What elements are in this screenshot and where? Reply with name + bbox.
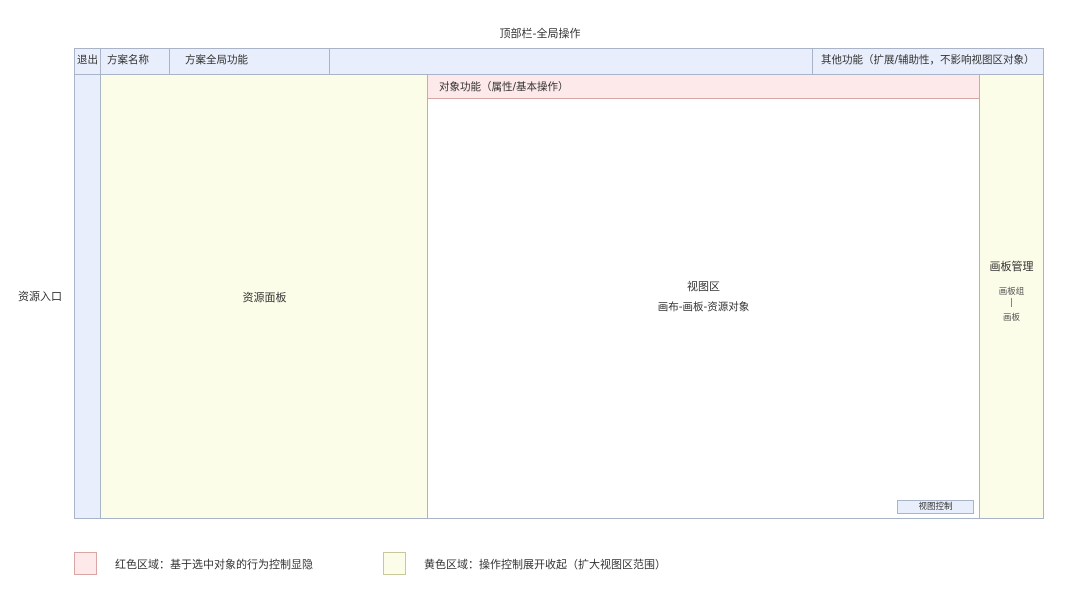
view-area-title: 视图区 xyxy=(687,280,720,293)
legend-red-text: 红色区域：基于选中对象的行为控制显隐 xyxy=(115,558,313,571)
board-group-label: 画板组 xyxy=(998,287,1025,297)
board-label: 画板 xyxy=(1002,313,1020,323)
legend-yellow-swatch xyxy=(383,552,406,575)
view-area-subtitle: 画布-画板-资源对象 xyxy=(657,301,750,313)
board-separator: | xyxy=(1010,298,1013,308)
other-functions-cell: 其他功能（扩展/辅助性，不影响视图区对象） xyxy=(812,48,1044,75)
exit-cell: 退出 xyxy=(74,48,101,75)
resource-panel-label: 资源面板 xyxy=(242,291,287,304)
diagram-title: 顶部栏-全局操作 xyxy=(499,27,581,40)
view-control-box: 视图控制 xyxy=(897,500,974,514)
board-management-title: 画板管理 xyxy=(989,260,1034,273)
plan-name-cell: 方案名称 xyxy=(101,48,170,75)
legend-red-swatch xyxy=(74,552,97,575)
plan-global-cell: 方案全局功能 xyxy=(170,48,330,75)
resource-entry-label: 资源入口 xyxy=(18,290,62,303)
board-management-panel xyxy=(979,75,1044,519)
object-function-bar: 对象功能（属性/基本操作） xyxy=(428,75,979,99)
view-area xyxy=(428,75,979,519)
resource-entry-strip xyxy=(74,75,101,519)
legend-yellow-text: 黄色区域：操作控制展开收起（扩大视图区范围） xyxy=(424,558,666,571)
